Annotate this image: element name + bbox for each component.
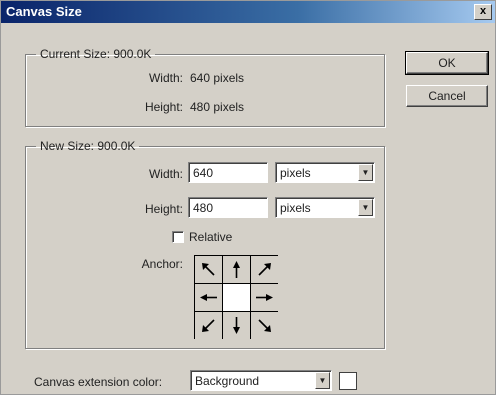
chevron-down-icon[interactable]: ▼: [315, 372, 330, 389]
relative-checkbox[interactable]: [172, 231, 184, 243]
anchor-top-right[interactable]: [251, 256, 278, 283]
new-height-label: Height:: [144, 202, 183, 216]
cancel-button[interactable]: Cancel: [406, 85, 488, 107]
arrow-down-icon: [233, 317, 240, 334]
width-input[interactable]: 640: [188, 162, 268, 183]
anchor-top-left[interactable]: [195, 256, 222, 283]
close-button[interactable]: x: [474, 4, 492, 20]
current-width-label: Width:: [148, 71, 183, 85]
anchor-bottom[interactable]: [223, 312, 250, 339]
anchor-center[interactable]: [223, 284, 250, 311]
arrow-right-icon: [256, 294, 273, 301]
current-height-label: Height:: [144, 100, 183, 114]
anchor-top[interactable]: [223, 256, 250, 283]
canvas-size-dialog: Canvas Size x Current Size: 900.0K Width…: [0, 0, 496, 395]
anchor-bottom-left[interactable]: [195, 312, 222, 339]
current-width-value: 640 pixels: [190, 71, 245, 85]
new-size-legend: New Size: 900.0K: [40, 139, 136, 153]
extension-color-swatch[interactable]: [339, 372, 357, 390]
height-unit-value: pixels: [280, 201, 311, 215]
width-unit-value: pixels: [280, 166, 311, 180]
ok-button[interactable]: OK: [405, 51, 489, 75]
window-title: Canvas Size: [6, 4, 82, 19]
extension-color-label: Canvas extension color:: [34, 375, 163, 389]
chevron-down-icon[interactable]: ▼: [358, 164, 373, 181]
height-input[interactable]: 480: [188, 197, 268, 218]
width-unit-select[interactable]: pixels ▼: [275, 162, 375, 183]
width-input-value: 640: [193, 166, 214, 180]
close-icon: x: [479, 5, 487, 17]
anchor-left[interactable]: [195, 284, 222, 311]
extension-color-select[interactable]: Background ▼: [190, 370, 332, 391]
anchor-grid: [194, 255, 278, 339]
extension-color-value: Background: [195, 374, 260, 388]
height-input-value: 480: [193, 201, 214, 215]
current-size-legend: Current Size: 900.0K: [40, 47, 152, 61]
anchor-right[interactable]: [251, 284, 278, 311]
current-height-value: 480 pixels: [190, 100, 245, 114]
arrow-up-icon: [233, 261, 240, 278]
arrow-up-left-icon: [202, 263, 215, 276]
arrow-down-left-icon: [202, 319, 215, 332]
anchor-bottom-right[interactable]: [251, 312, 278, 339]
anchor-label: Anchor:: [141, 257, 183, 271]
current-size-group: Current Size: 900.0K: [25, 47, 385, 127]
chevron-down-icon[interactable]: ▼: [358, 199, 373, 216]
arrow-down-right-icon: [258, 319, 271, 332]
arrow-left-icon: [200, 294, 217, 301]
relative-label[interactable]: Relative: [189, 230, 232, 244]
title-bar[interactable]: Canvas Size x: [1, 1, 495, 23]
height-unit-select[interactable]: pixels ▼: [275, 197, 375, 218]
arrow-up-right-icon: [258, 263, 271, 276]
new-width-label: Width:: [148, 167, 183, 181]
